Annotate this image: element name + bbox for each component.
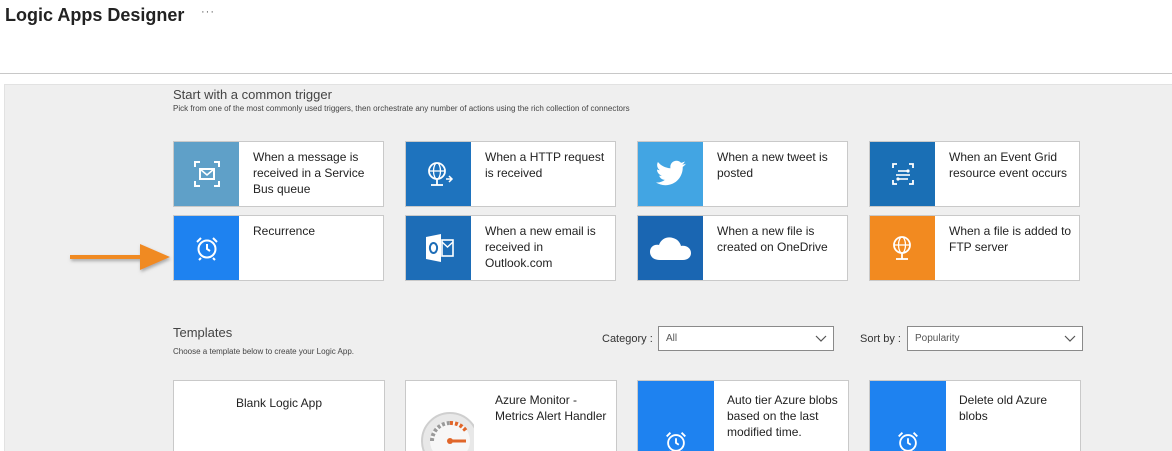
triggers-section-title: Start with a common trigger [173,87,332,102]
http-request-icon [406,142,471,206]
category-select[interactable]: All [658,326,834,351]
sort-label: Sort by : [860,333,901,345]
onedrive-icon [638,216,703,280]
trigger-label: Recurrence [253,224,316,238]
header-bar: Logic Apps Designer ··· [0,0,1172,74]
category-label: Category : [602,333,653,345]
template-blank-logic-app[interactable]: Blank Logic App [173,380,385,451]
trigger-event-grid[interactable]: When an Event Grid resource event occurs [869,141,1080,207]
trigger-http-request[interactable]: When a HTTP request is received [405,141,616,207]
trigger-recurrence[interactable]: Recurrence [173,215,384,281]
template-label: Blank Logic App [235,396,323,410]
gauge-icon [406,381,482,451]
sort-select[interactable]: Popularity [907,326,1083,351]
trigger-label: When a new email is received in Outlook.… [485,224,596,270]
trigger-label: When a file is added to FTP server [949,224,1072,254]
service-bus-icon [174,142,239,206]
trigger-service-bus[interactable]: When a message is received in a Service … [173,141,384,207]
designer-canvas: Start with a common trigger Pick from on… [4,84,1172,451]
alarm-clock-icon [174,216,239,280]
trigger-onedrive[interactable]: When a new file is created on OneDrive [637,215,848,281]
trigger-label: When a message is received in a Service … [253,150,365,196]
annotation-arrow-icon [70,244,170,270]
alarm-clock-icon [638,381,714,451]
twitter-icon [638,142,703,206]
more-options-button[interactable]: ··· [201,6,215,18]
templates-section-title: Templates [173,325,233,340]
category-select-value: All [666,333,678,344]
trigger-label: When a new file is created on OneDrive [717,224,828,254]
page-title: Logic Apps Designer [5,5,185,25]
chevron-down-icon [815,335,827,342]
trigger-twitter[interactable]: When a new tweet is posted [637,141,848,207]
ftp-icon [870,216,935,280]
event-grid-icon [870,142,935,206]
trigger-label: When an Event Grid resource event occurs [949,150,1068,180]
template-label: Azure Monitor - Metrics Alert Handler [495,393,607,423]
outlook-icon [406,216,471,280]
template-auto-tier-blobs[interactable]: Auto tier Azure blobs based on the last … [637,380,849,451]
sort-select-value: Popularity [915,333,960,344]
template-azure-monitor[interactable]: Azure Monitor - Metrics Alert Handler [405,380,617,451]
trigger-ftp[interactable]: When a file is added to FTP server [869,215,1080,281]
trigger-label: When a new tweet is posted [717,150,828,180]
chevron-down-icon [1064,335,1076,342]
triggers-section-subtitle: Pick from one of the most commonly used … [173,104,630,113]
trigger-outlook[interactable]: When a new email is received in Outlook.… [405,215,616,281]
templates-section-subtitle: Choose a template below to create your L… [173,347,354,356]
alarm-clock-icon [870,381,946,451]
trigger-label: When a HTTP request is received [485,150,605,180]
template-label: Delete old Azure blobs [959,393,1048,423]
template-delete-old-blobs[interactable]: Delete old Azure blobs [869,380,1081,451]
template-label: Auto tier Azure blobs based on the last … [727,393,838,439]
